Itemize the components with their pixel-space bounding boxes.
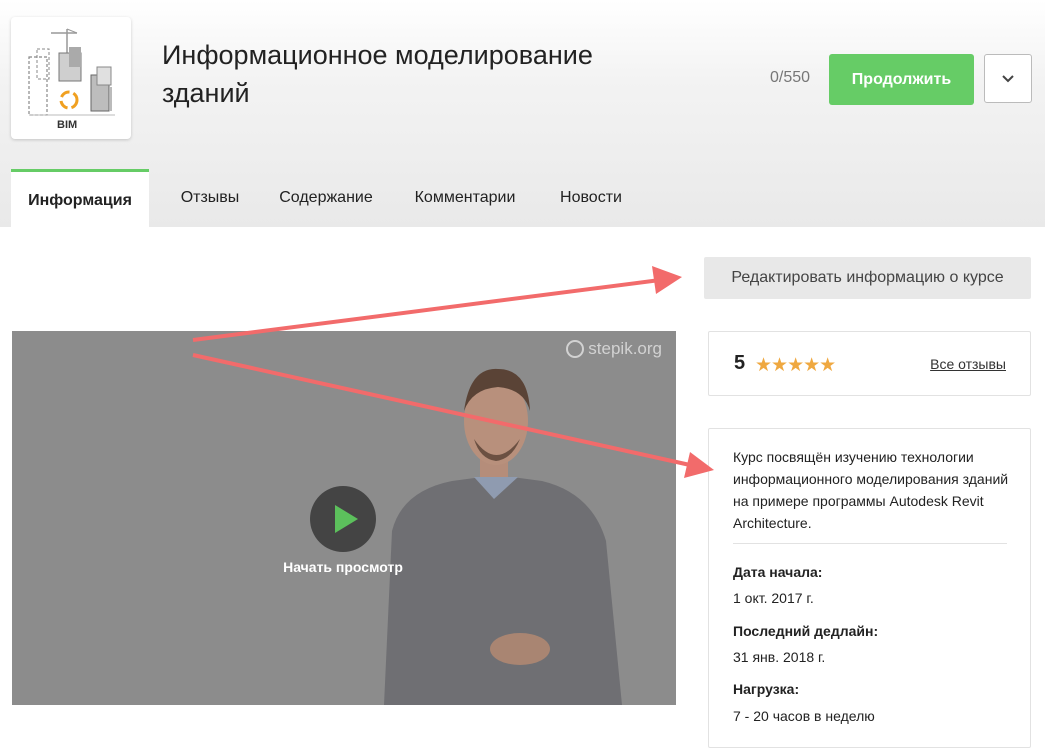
annotation-arrowhead-1 <box>652 266 682 294</box>
rating-value: 5 <box>734 352 746 374</box>
course-header: BIM Информационное моделирование зданий … <box>0 0 1045 227</box>
course-info-card: Курс посвящён изучению технологии информ… <box>708 428 1031 748</box>
rating-stars: ★★★★★ <box>755 355 836 376</box>
course-title: Информационное моделирование зданий <box>162 36 642 112</box>
tab-news[interactable]: Новости <box>551 169 631 227</box>
workload-value: 7 - 20 часов в неделю <box>733 708 875 724</box>
course-title-line-2: зданий <box>162 78 250 108</box>
course-menu-dropdown[interactable] <box>984 54 1032 103</box>
rating-card: 5 ★★★★★ Все отзывы <box>708 331 1031 396</box>
tab-reviews[interactable]: Отзывы <box>161 169 259 227</box>
play-button[interactable] <box>310 486 376 552</box>
course-title-line-1: Информационное моделирование <box>162 40 593 70</box>
play-label[interactable]: Начать просмотр <box>262 559 424 575</box>
stepik-watermark-text: stepik.org <box>588 339 662 358</box>
play-icon <box>335 505 358 533</box>
bim-logo-icon: BIM <box>28 28 115 131</box>
all-reviews-link[interactable]: Все отзывы <box>930 356 1006 372</box>
video-player[interactable]: stepik.org Начать просмотр <box>12 331 676 705</box>
continue-button[interactable]: Продолжить <box>829 54 974 105</box>
chevron-down-icon <box>1002 74 1014 82</box>
deadline-value: 31 янв. 2018 г. <box>733 649 826 665</box>
logo-text: BIM <box>57 119 77 131</box>
deadline-label: Последний дедлайн: <box>733 623 879 639</box>
divider <box>733 543 1007 544</box>
stepik-logo-icon <box>566 340 585 358</box>
start-date-label: Дата начала: <box>733 564 823 580</box>
course-description: Курс посвящён изучению технологии информ… <box>733 449 1009 531</box>
stepik-watermark: stepik.org <box>566 339 662 359</box>
progress-counter: 0/550 <box>770 69 811 86</box>
course-logo[interactable]: BIM <box>11 17 131 139</box>
tab-comments[interactable]: Комментарии <box>405 169 525 227</box>
start-date-value: 1 окт. 2017 г. <box>733 590 814 606</box>
tab-info[interactable]: Информация <box>11 169 149 227</box>
tab-contents[interactable]: Содержание <box>273 169 379 227</box>
edit-course-info-button[interactable]: Редактировать информацию о курсе <box>704 257 1031 299</box>
workload-label: Нагрузка: <box>733 681 800 697</box>
